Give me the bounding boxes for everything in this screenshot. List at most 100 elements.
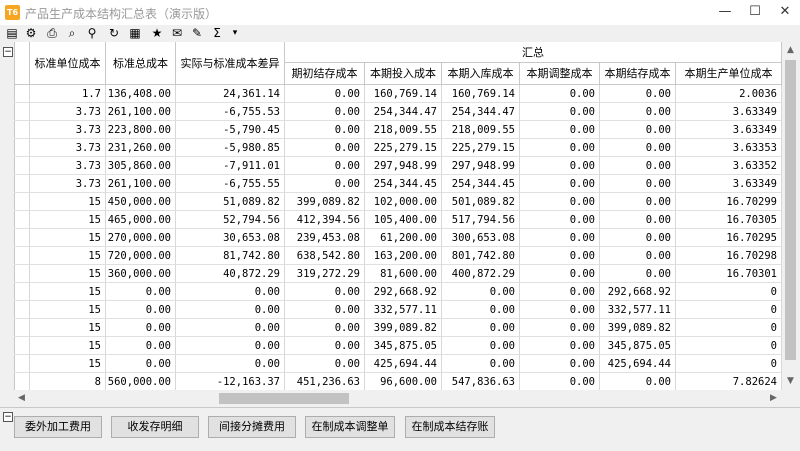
table-cell[interactable]: -12,163.37	[176, 373, 285, 391]
table-cell[interactable]: 16.70299	[676, 193, 782, 211]
outsourced-processing-cost-button[interactable]: 委外加工费用	[14, 416, 102, 438]
table-cell[interactable]: 0.00	[600, 193, 676, 211]
wip-cost-adjustment-button[interactable]: 在制成本调整单	[305, 416, 395, 438]
table-cell[interactable]: 15	[30, 337, 106, 355]
wip-cost-balance-button[interactable]: 在制成本结存账	[405, 416, 495, 438]
table-cell[interactable]: 15	[30, 301, 106, 319]
table-cell[interactable]: 0.00	[285, 121, 365, 139]
table-cell[interactable]: 0	[676, 319, 782, 337]
table-cell[interactable]: 0.00	[176, 355, 285, 373]
table-cell[interactable]: 0.00	[442, 337, 520, 355]
horizontal-scroll-thumb[interactable]	[219, 393, 349, 404]
table-cell[interactable]: 0.00	[600, 157, 676, 175]
table-cell[interactable]: 3.63352	[676, 157, 782, 175]
table-cell[interactable]: 2.0036	[676, 85, 782, 103]
indirect-cost-allocation-button[interactable]: 间接分摊费用	[208, 416, 296, 438]
table-cell[interactable]	[14, 157, 30, 175]
table-cell[interactable]	[14, 175, 30, 193]
table-cell[interactable]	[14, 211, 30, 229]
table-cell[interactable]: 332,577.11	[600, 301, 676, 319]
receipt-issue-stock-detail-button[interactable]: 收发存明细	[111, 416, 199, 438]
horizontal-scrollbar[interactable]: ◀ ▶	[14, 390, 782, 407]
table-cell[interactable]: 0.00	[520, 193, 600, 211]
table-cell[interactable]: 332,577.11	[365, 301, 442, 319]
table-cell[interactable]: 0.00	[520, 319, 600, 337]
table-cell[interactable]: 254,344.45	[365, 175, 442, 193]
table-cell[interactable]: 0.00	[520, 373, 600, 391]
table-cell[interactable]: 0.00	[520, 247, 600, 265]
table-cell[interactable]: 0.00	[600, 229, 676, 247]
table-cell[interactable]: 61,200.00	[365, 229, 442, 247]
table-cell[interactable]: 7.82624	[676, 373, 782, 391]
table-cell[interactable]: 0.00	[106, 301, 176, 319]
table-cell[interactable]	[14, 103, 30, 121]
table-cell[interactable]: 399,089.82	[365, 319, 442, 337]
table-cell[interactable]: 51,089.82	[176, 193, 285, 211]
table-cell[interactable]: 297,948.99	[442, 157, 520, 175]
minimize-button[interactable]: —	[710, 0, 740, 25]
vertical-scrollbar[interactable]: ▲ ▼	[782, 42, 800, 390]
find-icon[interactable]: ⌕	[65, 26, 79, 40]
table-cell[interactable]: 517,794.56	[442, 211, 520, 229]
column-header[interactable]	[14, 42, 30, 85]
table-cell[interactable]: 223,800.00	[106, 121, 176, 139]
print-icon[interactable]: ⎙	[45, 26, 59, 40]
table-cell[interactable]: 3.63349	[676, 121, 782, 139]
table-cell[interactable]	[14, 265, 30, 283]
table-cell[interactable]: 560,000.00	[106, 373, 176, 391]
favorite-icon[interactable]: ★	[150, 26, 164, 40]
table-cell[interactable]	[14, 283, 30, 301]
column-header[interactable]: 本期结存成本	[600, 63, 676, 85]
table-cell[interactable]: 239,453.08	[285, 229, 365, 247]
close-button[interactable]: ✕	[770, 0, 800, 25]
table-cell[interactable]: 225,279.15	[442, 139, 520, 157]
table-cell[interactable]: 3.73	[30, 157, 106, 175]
table-cell[interactable]: -5,980.85	[176, 139, 285, 157]
table-cell[interactable]: 0.00	[285, 337, 365, 355]
table-cell[interactable]: 0.00	[520, 139, 600, 157]
table-cell[interactable]: 24,361.14	[176, 85, 285, 103]
table-cell[interactable]: 0.00	[520, 103, 600, 121]
table-cell[interactable]: 1.7	[30, 85, 106, 103]
table-cell[interactable]: 102,000.00	[365, 193, 442, 211]
table-cell[interactable]: 801,742.80	[442, 247, 520, 265]
column-header[interactable]: 标准总成本	[106, 42, 176, 85]
table-cell[interactable]: 0.00	[106, 355, 176, 373]
table-cell[interactable]: 160,769.14	[442, 85, 520, 103]
table-cell[interactable]: 345,875.05	[365, 337, 442, 355]
mail-icon[interactable]: ✉	[170, 26, 184, 40]
table-cell[interactable]: -6,755.55	[176, 175, 285, 193]
table-cell[interactable]: -6,755.53	[176, 103, 285, 121]
table-cell[interactable]: 0.00	[600, 373, 676, 391]
table-cell[interactable]: 0.00	[600, 121, 676, 139]
table-cell[interactable]: 501,089.82	[442, 193, 520, 211]
table-cell[interactable]: 0.00	[442, 283, 520, 301]
table-cell[interactable]: 15	[30, 247, 106, 265]
table-cell[interactable]: 0.00	[520, 157, 600, 175]
column-header[interactable]: 实际与标准成本差异	[176, 42, 285, 85]
table-cell[interactable]: 261,100.00	[106, 103, 176, 121]
table-cell[interactable]: 0.00	[520, 265, 600, 283]
table-cell[interactable]: 292,668.92	[600, 283, 676, 301]
table-cell[interactable]: 0.00	[520, 355, 600, 373]
sum-dropdown-icon[interactable]: ▾	[228, 26, 242, 40]
table-cell[interactable]	[14, 121, 30, 139]
column-header[interactable]: 本期调整成本	[520, 63, 600, 85]
table-cell[interactable]: 15	[30, 229, 106, 247]
table-cell[interactable]: 0	[676, 337, 782, 355]
table-cell[interactable]: 16.70305	[676, 211, 782, 229]
table-cell[interactable]: 261,100.00	[106, 175, 176, 193]
table-cell[interactable]: 0.00	[285, 175, 365, 193]
table-cell[interactable]: 0.00	[600, 175, 676, 193]
table-cell[interactable]: 231,260.00	[106, 139, 176, 157]
table-cell[interactable]: 425,694.44	[365, 355, 442, 373]
table-cell[interactable]: 0.00	[106, 337, 176, 355]
table-cell[interactable]: 399,089.82	[285, 193, 365, 211]
table-cell[interactable]: 300,653.08	[442, 229, 520, 247]
table-cell[interactable]: 0.00	[176, 319, 285, 337]
table-cell[interactable]: 0.00	[285, 103, 365, 121]
collapse-grid-button[interactable]: −	[3, 47, 13, 57]
table-cell[interactable]: 3.73	[30, 175, 106, 193]
table-cell[interactable]: 297,948.99	[365, 157, 442, 175]
table-cell[interactable]: 0.00	[106, 319, 176, 337]
